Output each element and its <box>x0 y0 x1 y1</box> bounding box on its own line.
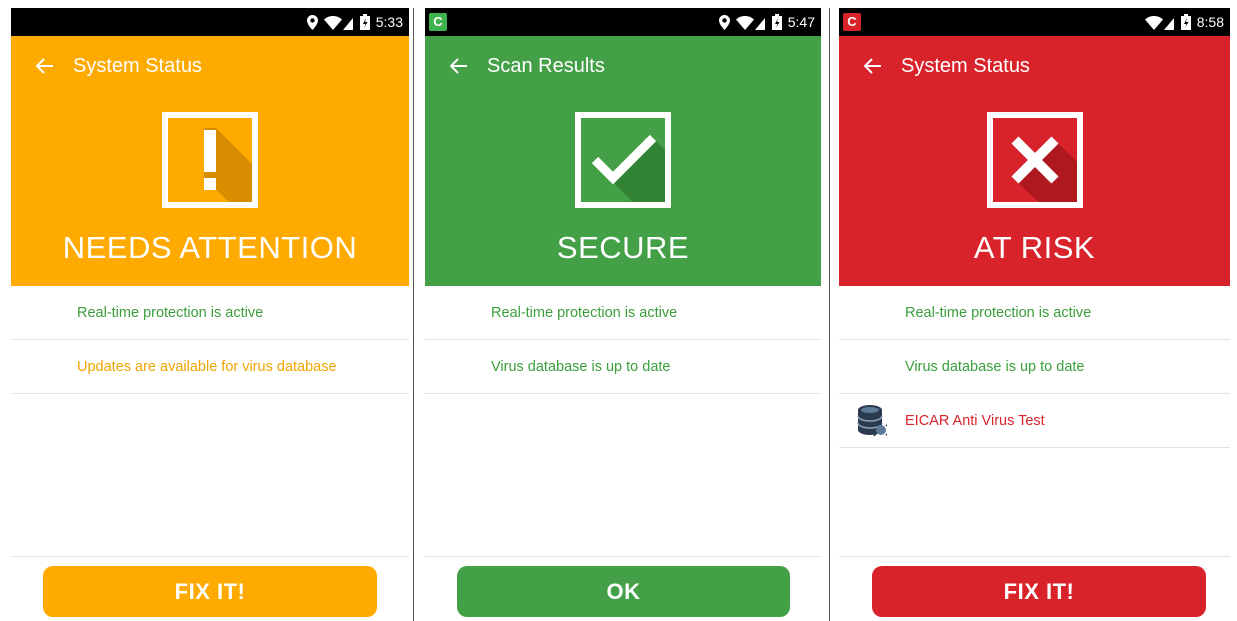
status-time: 5:33 <box>375 14 403 30</box>
divider <box>11 556 409 557</box>
list-item-text: Updates are available for virus database <box>77 358 337 375</box>
location-icon <box>306 14 318 30</box>
status-list: Real-time protection is active Virus dat… <box>839 286 1230 448</box>
list-item-text: Virus database is up to date <box>491 358 671 375</box>
status-bar: 5:33 <box>11 8 409 36</box>
fix-it-button[interactable]: FIX IT! <box>43 566 377 617</box>
app-notification-icon: C <box>843 13 861 31</box>
list-item-text: Real-time protection is active <box>77 304 264 321</box>
app-bar: Scan Results <box>425 36 821 96</box>
battery-icon <box>771 14 782 30</box>
status-title: SECURE <box>556 230 690 265</box>
divider <box>839 556 1230 557</box>
status-time: 8:58 <box>1196 14 1224 30</box>
status-header: System Status NEEDS ATTENTION <box>11 36 409 286</box>
database-threat-icon <box>857 404 889 438</box>
appbar-title: System Status <box>73 54 202 77</box>
cross-icon <box>986 112 1083 208</box>
status-list: Real-time protection is active Virus dat… <box>425 286 821 394</box>
list-item-text: Virus database is up to date <box>905 358 1085 375</box>
list-item: Virus database is up to date <box>839 340 1230 394</box>
status-bar: C 5:47 <box>425 8 821 36</box>
list-item-text: Real-time protection is active <box>905 304 1092 321</box>
list-item: Real-time protection is active <box>839 286 1230 340</box>
list-item: Real-time protection is active <box>11 286 409 340</box>
phone-screen-at-risk: C 8:58 System Status AT RISK Real-time p… <box>839 8 1230 621</box>
back-arrow-icon[interactable] <box>439 46 479 86</box>
status-title: NEEDS ATTENTION <box>62 230 358 265</box>
divider <box>425 556 821 557</box>
battery-icon <box>359 14 370 30</box>
status-time: 5:47 <box>787 14 815 30</box>
exclamation-icon <box>162 112 258 208</box>
back-arrow-icon[interactable] <box>853 46 893 86</box>
divider <box>413 8 414 621</box>
location-icon <box>718 14 730 30</box>
divider <box>829 8 830 621</box>
fix-it-button[interactable]: FIX IT! <box>872 566 1206 617</box>
list-item: Real-time protection is active <box>425 286 821 340</box>
app-bar: System Status <box>11 36 409 96</box>
app-bar: System Status <box>839 36 1230 96</box>
list-item-text: Real-time protection is active <box>491 304 678 321</box>
wifi-signal-icon <box>323 14 354 30</box>
status-title: AT RISK <box>973 230 1096 265</box>
back-arrow-icon[interactable] <box>25 46 65 86</box>
list-item: Virus database is up to date <box>425 340 821 394</box>
status-header: Scan Results SECURE <box>425 36 821 286</box>
status-bar: C 8:58 <box>839 8 1230 36</box>
list-item-text: EICAR Anti Virus Test <box>905 412 1045 429</box>
threat-list-item[interactable]: EICAR Anti Virus Test <box>839 394 1230 448</box>
appbar-title: System Status <box>901 54 1030 77</box>
appbar-title: Scan Results <box>487 54 605 77</box>
wifi-signal-icon <box>735 14 766 30</box>
status-list: Real-time protection is active Updates a… <box>11 286 409 394</box>
battery-icon <box>1180 14 1191 30</box>
status-header: System Status AT RISK <box>839 36 1230 286</box>
ok-button[interactable]: OK <box>457 566 790 617</box>
wifi-signal-icon <box>1144 14 1175 30</box>
list-item[interactable]: Updates are available for virus database <box>11 340 409 394</box>
phone-screen-secure: C 5:47 Scan Results SECURE Real-time pro… <box>425 8 821 621</box>
app-notification-icon: C <box>429 13 447 31</box>
phone-screen-needs-attention: 5:33 System Status NEEDS ATTENTION Real-… <box>11 8 409 621</box>
checkmark-icon <box>575 112 671 208</box>
